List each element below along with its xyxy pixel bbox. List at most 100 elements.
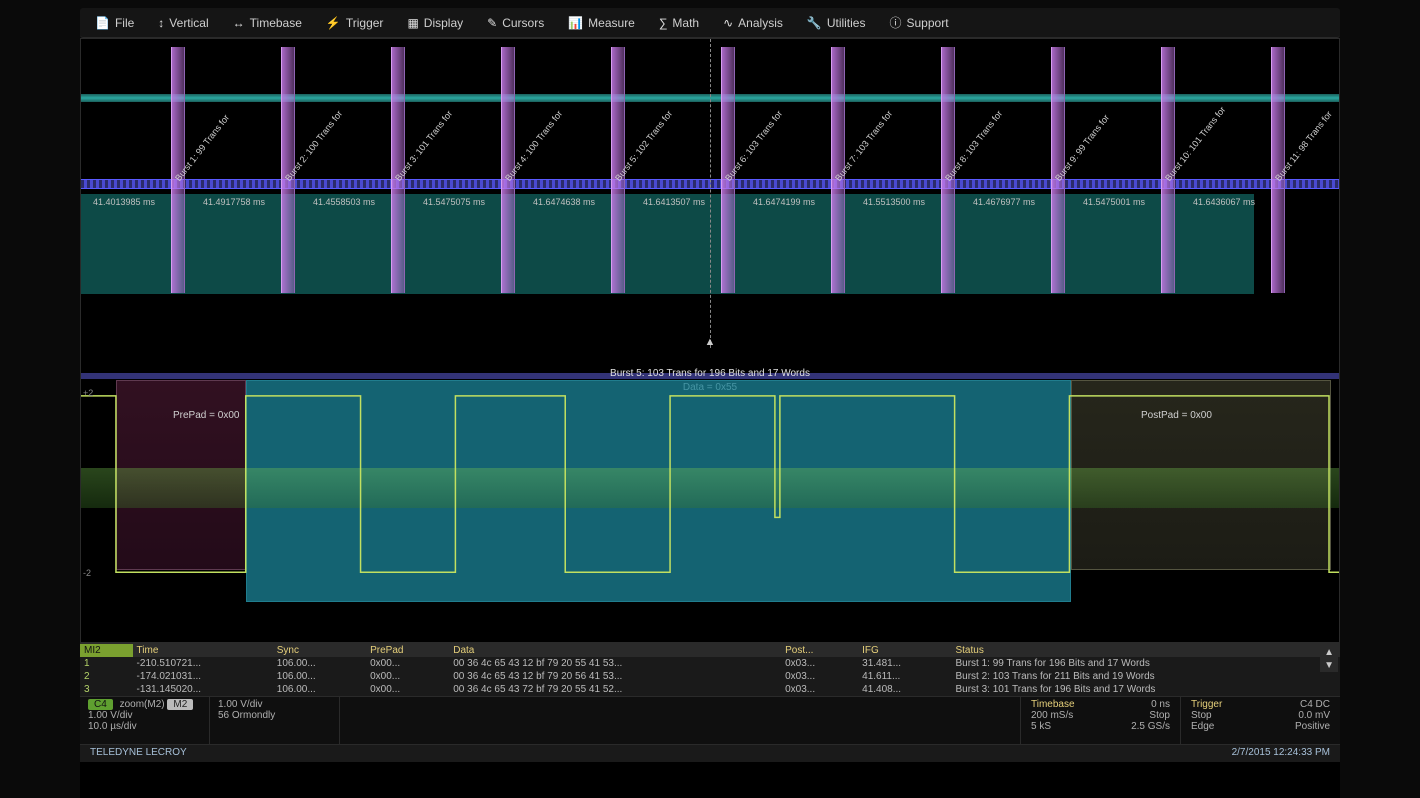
menu-vertical[interactable]: ↕ Vertical <box>153 14 213 32</box>
cell-status: Burst 3: 101 Trans for 196 Bits and 17 W… <box>951 683 1340 696</box>
menu-label: Analysis <box>738 16 783 30</box>
file-icon: 📄 <box>95 16 110 30</box>
menu-label: Math <box>672 16 699 30</box>
timebase-pos: 0 ns <box>1151 699 1170 710</box>
table-row[interactable]: 2-174.021031...106.00...0x00...00 36 4c … <box>80 670 1340 683</box>
cell-prepad: 0x00... <box>366 657 449 670</box>
menu-cursors[interactable]: ✎Cursors <box>482 14 549 32</box>
cell-time: -131.145020... <box>133 683 273 696</box>
menu-support[interactable]: ⓘSupport <box>884 12 953 33</box>
menu-bar: 📄 File ↕ Vertical ↔ Timebase ⚡Trigger ▦Display ✎… <box>80 8 1340 38</box>
cell-ifg: 31.481... <box>858 657 951 670</box>
lower-waveform-grid[interactable]: Burst 5: 103 Trans for 196 Bits and 17 W… <box>80 348 1340 643</box>
scroll-up-icon[interactable]: ▲ <box>1320 646 1338 659</box>
scope-viewport: Burst 1: 99 Trans for41.4013985 msBurst … <box>80 38 1340 798</box>
burst-time-label: 41.5475075 ms <box>423 197 485 207</box>
trigger-edge: Edge <box>1191 721 1214 732</box>
th-post...[interactable]: Post... <box>781 644 858 657</box>
c4-vdiv: 1.00 V/div <box>88 710 201 721</box>
timebase-rec: 5 kS <box>1031 721 1051 732</box>
upper-waveform-grid[interactable]: Burst 1: 99 Trans for41.4013985 msBurst … <box>80 38 1340 348</box>
burst-time-label: 41.4013985 ms <box>93 197 155 207</box>
th-data[interactable]: Data <box>449 644 781 657</box>
th-prepad[interactable]: PrePad <box>366 644 449 657</box>
timebase-mode: Stop <box>1149 710 1170 721</box>
menu-label: File <box>115 16 134 30</box>
menu-utilities[interactable]: 🔧Utilities <box>802 14 871 32</box>
vertical-icon: ↕ <box>158 16 164 30</box>
burst-diag-label: Burst 10: 101 Trans for <box>1163 59 1263 183</box>
menu-timebase[interactable]: ↔ Timebase <box>228 14 307 32</box>
center-cursor[interactable] <box>710 39 711 348</box>
trigger-box[interactable]: Trigger C4 DC Stop 0.0 mV Edge Positive <box>1180 697 1340 744</box>
burst-diag-label: Burst 3: 101 Trans for <box>393 59 493 183</box>
trigger-mode: Stop <box>1191 710 1212 721</box>
measure-icon: 📊 <box>568 16 583 30</box>
cell-status: Burst 2: 103 Trans for 211 Bits and 19 W… <box>951 670 1340 683</box>
th-time[interactable]: Time <box>133 644 273 657</box>
trigger-slope: Positive <box>1295 721 1330 732</box>
cursors-icon: ✎ <box>487 16 497 30</box>
burst-diag-label: Burst 4: 100 Trans for <box>503 59 603 183</box>
status-bar: TELEDYNE LECROY 2/7/2015 12:24:33 PM <box>80 744 1340 762</box>
clock-label: 2/7/2015 12:24:33 PM <box>1232 747 1330 760</box>
th-ifg[interactable]: IFG <box>858 644 951 657</box>
table-row[interactable]: 1-210.510721...106.00...0x00...00 36 4c … <box>80 657 1340 670</box>
th-sync[interactable]: Sync <box>273 644 366 657</box>
decode-table[interactable]: MI2TimeSyncPrePadDataPost...IFGStatus1-2… <box>80 643 1340 696</box>
burst-time-label: 41.4676977 ms <box>973 197 1035 207</box>
menu-trigger[interactable]: ⚡Trigger <box>321 14 389 32</box>
menu-file[interactable]: 📄 File <box>90 14 139 32</box>
analysis-icon: ∿ <box>723 16 733 30</box>
timebase-icon: ↔ <box>233 16 245 30</box>
channel-bar: C4 zoom(M2) M2 1.00 V/div 10.0 µs/div 1.… <box>80 696 1340 744</box>
math-icon: ∑ <box>659 16 668 30</box>
burst-time-label: 41.6413507 ms <box>643 197 705 207</box>
cell-ifg: 41.611... <box>858 670 951 683</box>
burst-diag-label: Burst 8: 103 Trans for <box>943 59 1043 183</box>
menu-label: Timebase <box>250 16 302 30</box>
menu-label: Vertical <box>169 16 208 30</box>
trigger-header: Trigger <box>1191 699 1222 710</box>
cell-sync: 106.00... <box>273 657 366 670</box>
m2-note: 56 Ormondly <box>218 710 331 721</box>
c4-tag: C4 <box>88 699 113 710</box>
cell-post: 0x03... <box>781 683 858 696</box>
c4-name: zoom(M2) <box>120 699 165 710</box>
th-status[interactable]: Status <box>951 644 1340 657</box>
cell-data: 00 36 4c 65 43 12 bf 79 20 55 41 53... <box>449 657 781 670</box>
m2-tag: M2 <box>167 699 193 710</box>
menu-measure[interactable]: 📊Measure <box>563 14 640 32</box>
burst-time-label: 41.6474199 ms <box>753 197 815 207</box>
burst-diag-label: Burst 7: 103 Trans for <box>833 59 933 183</box>
menu-label: Trigger <box>346 16 384 30</box>
cell-data: 00 36 4c 65 43 72 bf 79 20 55 41 52... <box>449 683 781 696</box>
th-mi2[interactable]: MI2 <box>80 644 133 657</box>
table-scroll[interactable]: ▲ ▼ <box>1320 646 1338 672</box>
burst-diag-label: Burst 9: 99 Trans for <box>1053 59 1153 183</box>
timebase-box[interactable]: Timebase 0 ns 200 mS/s Stop 5 kS 2.5 GS/… <box>1020 697 1180 744</box>
c4-channel-box[interactable]: C4 zoom(M2) M2 1.00 V/div 10.0 µs/div <box>80 697 210 744</box>
y-min: -2 <box>83 568 91 578</box>
scroll-down-icon[interactable]: ▼ <box>1320 659 1338 672</box>
cell-idx: 2 <box>80 670 133 683</box>
burst-time-label: 41.4558503 ms <box>313 197 375 207</box>
menu-analysis[interactable]: ∿ Analysis <box>718 14 788 32</box>
menu-math[interactable]: ∑ Math <box>654 14 704 32</box>
burst-diag-label: Burst 5: 102 Trans for <box>613 59 713 183</box>
display-icon: ▦ <box>407 16 418 30</box>
table-row[interactable]: 3-131.145020...106.00...0x00...00 36 4c … <box>80 683 1340 696</box>
menu-display[interactable]: ▦Display <box>402 14 468 32</box>
burst-diag-label: Burst 6: 103 Trans for <box>723 59 823 183</box>
cell-data: 00 36 4c 65 43 12 bf 79 20 56 41 53... <box>449 670 781 683</box>
timebase-sr: 200 mS/s <box>1031 710 1073 721</box>
utilities-icon: 🔧 <box>807 16 822 30</box>
burst-diag-label: Burst 2: 100 Trans for <box>283 59 383 183</box>
cell-prepad: 0x00... <box>366 670 449 683</box>
burst-time-label: 41.6436067 ms <box>1193 197 1255 207</box>
m2-vdiv: 1.00 V/div <box>218 699 331 710</box>
burst-time-label: 41.6474638 ms <box>533 197 595 207</box>
burst-time-label: 41.5513500 ms <box>863 197 925 207</box>
cursor-handle-icon[interactable]: ▲ <box>705 336 716 348</box>
m2-channel-box[interactable]: 1.00 V/div 56 Ormondly <box>210 697 340 744</box>
